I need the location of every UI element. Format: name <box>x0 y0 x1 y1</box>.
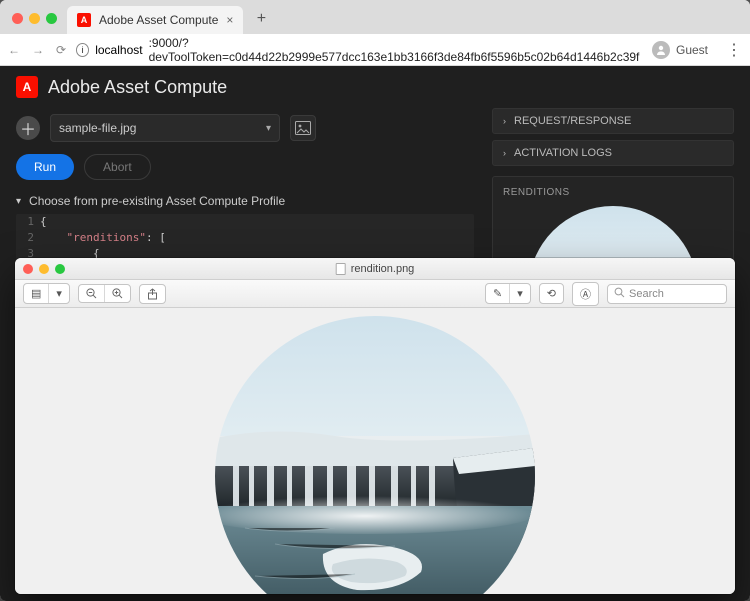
minimize-window-icon[interactable] <box>29 13 40 24</box>
search-field[interactable]: Search <box>607 284 727 304</box>
line-number: 2 <box>16 230 40 246</box>
line-code: { <box>40 214 47 230</box>
search-icon <box>614 287 625 301</box>
adobe-logo-icon: A <box>16 76 38 98</box>
url-field[interactable]: i localhost :9000/?devToolToken=c0d44d22b… <box>76 36 642 64</box>
document-icon <box>336 263 346 275</box>
preview-title: rendition.png <box>336 263 415 275</box>
preview-titlebar[interactable]: rendition.png <box>15 258 735 280</box>
view-mode-segment[interactable]: ▤ ▾ <box>23 283 70 304</box>
chevron-right-icon: › <box>503 116 506 126</box>
adobe-favicon-icon: A <box>77 13 91 27</box>
preview-toolbar: ▤ ▾ ✎ ▾ ⟲ Ⓐ Search <box>15 280 735 308</box>
tab-title: Adobe Asset Compute <box>99 13 218 27</box>
search-placeholder: Search <box>629 288 664 300</box>
browser-menu-icon[interactable]: ⋮ <box>726 40 742 60</box>
maximize-window-icon[interactable] <box>46 13 57 24</box>
tab-close-icon[interactable]: × <box>226 13 233 27</box>
site-info-icon[interactable]: i <box>76 43 89 57</box>
app-header: A Adobe Asset Compute <box>0 66 750 108</box>
chevron-down-icon[interactable]: ▾ <box>510 284 530 303</box>
line-code: "renditions": [ <box>40 230 166 246</box>
sidebar-icon[interactable]: ▤ <box>24 284 49 303</box>
editor-line[interactable]: 1{ <box>16 214 474 230</box>
chevron-down-icon: ▾ <box>266 123 271 134</box>
chevron-down-icon: ▾ <box>16 196 21 207</box>
window-controls <box>12 13 57 24</box>
reload-icon[interactable]: ⟳ <box>56 43 66 57</box>
nav-back-icon[interactable]: ← <box>8 43 20 57</box>
file-bar: ＋ sample-file.jpg ▾ <box>16 114 474 142</box>
line-number: 1 <box>16 214 40 230</box>
preview-canvas <box>15 308 735 594</box>
preview-window: rendition.png ▤ ▾ ✎ ▾ ⟲ Ⓐ Search <box>15 258 735 594</box>
profile-label: Choose from pre-existing Asset Compute P… <box>29 194 285 208</box>
zoom-out-button[interactable] <box>79 285 105 302</box>
preview-filename: rendition.png <box>351 263 415 275</box>
chevron-right-icon: › <box>503 148 506 158</box>
request-response-label: REQUEST/RESPONSE <box>514 115 631 127</box>
close-window-icon[interactable] <box>23 264 33 274</box>
minimize-window-icon[interactable] <box>39 264 49 274</box>
nav-forward-icon[interactable]: → <box>32 43 44 57</box>
profile-selector[interactable]: ▾ Choose from pre-existing Asset Compute… <box>16 194 474 208</box>
add-file-button[interactable]: ＋ <box>16 116 40 140</box>
address-bar: ← → ⟳ i localhost :9000/?devToolToken=c0d… <box>0 34 750 66</box>
new-tab-button[interactable]: + <box>249 10 273 28</box>
browser-tab[interactable]: A Adobe Asset Compute × <box>67 6 243 34</box>
url-host: localhost <box>95 43 142 57</box>
chevron-down-icon[interactable]: ▾ <box>49 284 69 303</box>
file-select[interactable]: sample-file.jpg ▾ <box>50 114 280 142</box>
guest-label: Guest <box>676 43 708 57</box>
activation-logs-panel[interactable]: › ACTIVATION LOGS <box>492 140 734 166</box>
rotate-button[interactable]: ⟲ <box>540 284 563 303</box>
activation-logs-label: ACTIVATION LOGS <box>514 147 612 159</box>
editor-line[interactable]: 2 "renditions": [ <box>16 230 474 246</box>
share-button[interactable] <box>140 285 165 303</box>
abort-button[interactable]: Abort <box>84 154 151 180</box>
url-path: :9000/?devToolToken=c0d44d22b2999e577dcc… <box>149 36 642 64</box>
app-title: Adobe Asset Compute <box>48 77 227 98</box>
zoom-in-button[interactable] <box>105 285 130 302</box>
close-window-icon[interactable] <box>12 13 23 24</box>
edit-button[interactable]: ✎ <box>486 284 510 303</box>
tab-bar: A Adobe Asset Compute × + <box>0 0 750 34</box>
guest-avatar-icon <box>652 41 670 59</box>
file-name: sample-file.jpg <box>59 121 136 135</box>
run-button[interactable]: Run <box>16 154 74 180</box>
markup-button[interactable]: Ⓐ <box>573 283 598 305</box>
profile-chip[interactable]: Guest <box>652 41 708 59</box>
renditions-label: RENDITIONS <box>503 187 723 198</box>
maximize-window-icon[interactable] <box>55 264 65 274</box>
request-response-panel[interactable]: › REQUEST/RESPONSE <box>492 108 734 134</box>
rendition-image <box>215 316 535 594</box>
image-preview-button[interactable] <box>290 115 316 141</box>
